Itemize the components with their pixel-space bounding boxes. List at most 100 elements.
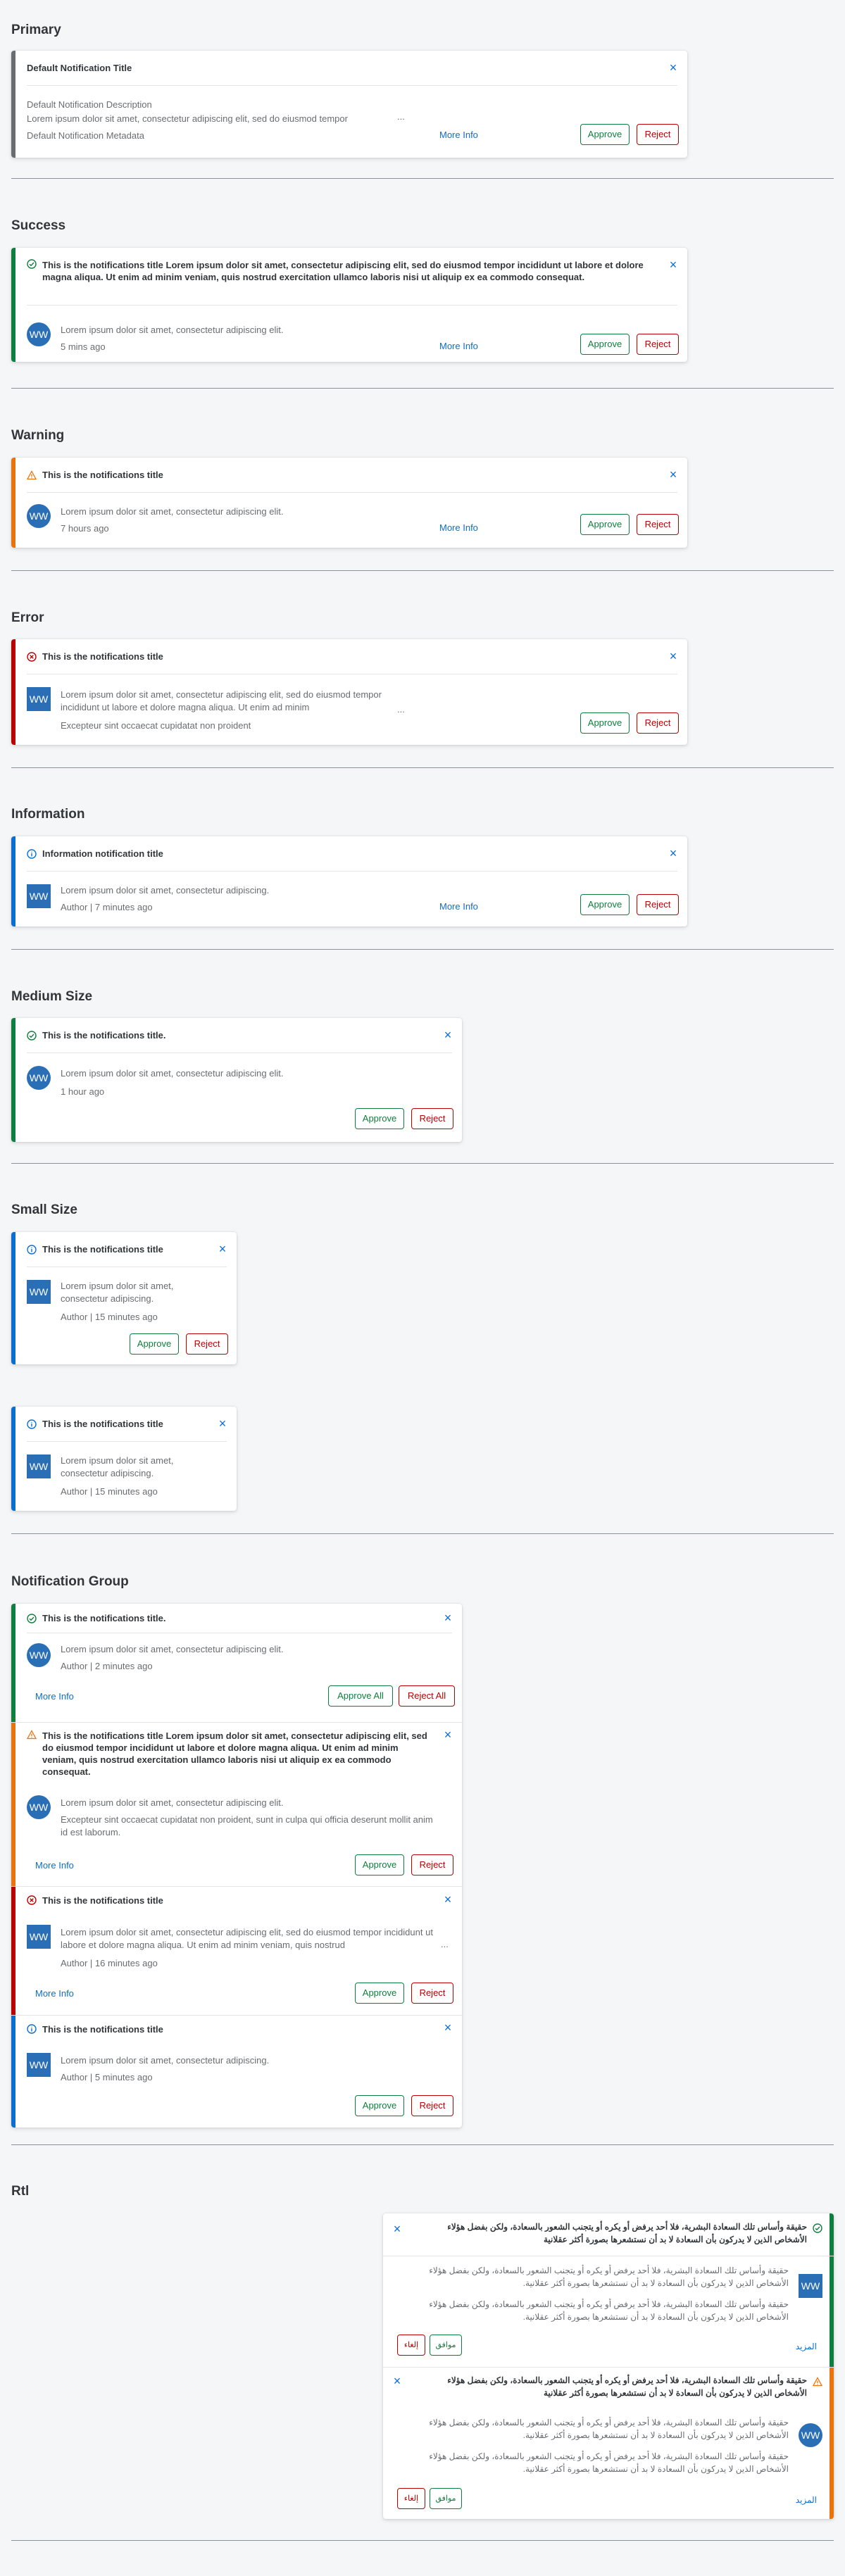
section-divider (11, 949, 834, 950)
avatar: WW (27, 1795, 51, 1819)
notification-description: Default Notification Description (27, 99, 152, 110)
reject-button[interactable]: Reject (637, 712, 679, 734)
close-icon[interactable]: × (441, 1028, 455, 1042)
more-info-link[interactable]: More Info (35, 1988, 74, 1999)
reject-button[interactable]: Reject (411, 1854, 453, 1876)
notification-group: This is the notifications title. × WW Lo… (11, 1604, 462, 2128)
approve-button[interactable]: موافق (430, 2335, 462, 2356)
status-bar (830, 2368, 834, 2519)
close-icon[interactable]: × (390, 2374, 404, 2388)
approve-button[interactable]: Approve (580, 514, 630, 535)
close-icon[interactable]: × (666, 649, 680, 663)
notification-title: This is the notifications title Lorem ip… (42, 260, 644, 282)
warning-icon (812, 2377, 823, 2387)
section-title-primary: Primary (11, 23, 61, 37)
reject-button[interactable]: Reject (411, 1108, 453, 1129)
group-item-meta: Excepteur sint occaecat cupidatat non pr… (61, 1814, 433, 1837)
close-icon[interactable]: × (390, 2222, 404, 2236)
reject-button[interactable]: إلغاء (397, 2335, 425, 2356)
notification-title: This is the notifications title (42, 1244, 163, 1255)
close-icon[interactable]: × (215, 1242, 230, 1256)
reject-all-button[interactable]: Reject All (399, 1685, 455, 1707)
notification-title: This is the notifications title (42, 651, 163, 662)
reject-button[interactable]: Reject (637, 334, 679, 355)
avatar: WW (27, 1643, 51, 1667)
notification-primary: Default Notification Title × Default Not… (11, 51, 687, 158)
reject-button[interactable]: Reject (637, 514, 679, 535)
more-info-link[interactable]: المزيد (796, 2495, 817, 2505)
reject-button[interactable]: Reject (637, 894, 679, 915)
notification-meta: 5 mins ago (61, 341, 106, 352)
notification-metadata: Default Notification Metadata (27, 130, 144, 141)
approve-button[interactable]: Approve (355, 2095, 404, 2116)
close-icon[interactable]: × (441, 1611, 455, 1625)
status-bar (11, 1232, 15, 1364)
warning-icon (26, 470, 37, 480)
approve-button[interactable]: Approve (580, 124, 630, 145)
more-info-link[interactable]: More Info (439, 522, 478, 533)
notification-body: Lorem ipsum dolor sit amet, consectetur … (61, 1281, 174, 1304)
group-item-title: This is the notifications title Lorem ip… (42, 1730, 427, 1777)
section-divider (11, 1533, 834, 1534)
success-icon (27, 1613, 37, 1623)
notification-body: حقيقة وأساس تلك السعادة البشرية، فلا أحد… (429, 2266, 789, 2288)
approve-button[interactable]: Approve (580, 894, 630, 915)
close-icon[interactable]: × (666, 258, 680, 272)
group-item-body: Lorem ipsum dolor sit amet, consectetur … (61, 1797, 284, 1808)
avatar: WW (27, 1066, 51, 1090)
approve-all-button[interactable]: Approve All (328, 1685, 393, 1707)
group-item-meta: Author | 5 minutes ago (61, 2072, 153, 2082)
notification-body: Lorem ipsum dolor sit amet, consectetur … (27, 113, 348, 124)
approve-button[interactable]: Approve (580, 712, 630, 734)
close-icon[interactable]: × (441, 1892, 455, 1906)
group-item-title: This is the notifications title. (42, 1613, 166, 1623)
notification-title: Information notification title (42, 848, 163, 859)
approve-button[interactable]: Approve (355, 1854, 404, 1876)
notification-title: حقيقة وأساس تلك السعادة البشرية، فلا أحد… (447, 2375, 807, 2398)
truncation-ellipsis: ... (397, 111, 405, 122)
status-bar (11, 1887, 15, 2015)
close-icon[interactable]: × (666, 467, 680, 482)
more-info-link[interactable]: More Info (35, 1691, 74, 1702)
notification-information: Information notification title × WW Lore… (11, 836, 687, 926)
status-bar (11, 1018, 15, 1142)
reject-button[interactable]: Reject (411, 1983, 453, 2004)
more-info-link[interactable]: المزيد (796, 2342, 817, 2351)
group-item-title: This is the notifications title (42, 2023, 163, 2035)
close-icon[interactable]: × (666, 846, 680, 860)
reject-button[interactable]: إلغاء (397, 2488, 425, 2509)
reject-button[interactable]: Reject (637, 124, 679, 145)
more-info-link[interactable]: More Info (439, 130, 478, 140)
approve-button[interactable]: Approve (580, 334, 630, 355)
success-icon (813, 2223, 822, 2233)
section-divider (11, 178, 834, 179)
avatar: WW (27, 687, 51, 711)
more-info-link[interactable]: More Info (439, 901, 478, 912)
avatar: WW (27, 2053, 51, 2077)
more-info-link[interactable]: More Info (35, 1860, 74, 1871)
group-item-meta: Author | 16 minutes ago (61, 1958, 158, 1968)
more-info-link[interactable]: More Info (439, 341, 478, 351)
status-bar (11, 836, 15, 926)
section-title-small: Small Size (11, 1202, 77, 1217)
success-icon (27, 1030, 37, 1041)
close-icon[interactable]: × (215, 1416, 230, 1431)
close-icon[interactable]: × (441, 1728, 455, 1742)
section-title-information: Information (11, 807, 85, 822)
avatar: WW (27, 1280, 51, 1304)
approve-button[interactable]: موافق (430, 2488, 462, 2509)
notification-title: This is the notifications title (42, 470, 163, 480)
group-item-body: Lorem ipsum dolor sit amet, consectetur … (61, 1644, 284, 1654)
reject-button[interactable]: Reject (411, 2095, 453, 2116)
reject-button[interactable]: Reject (186, 1333, 228, 1355)
section-divider (11, 2144, 834, 2145)
close-icon[interactable]: × (666, 61, 680, 75)
approve-button[interactable]: Approve (355, 1983, 404, 2004)
section-title-success: Success (11, 218, 66, 233)
notification-meta: Excepteur sint occaecat cupidatat non pr… (61, 720, 251, 731)
notification-meta: 7 hours ago (61, 523, 109, 534)
approve-button[interactable]: Approve (355, 1108, 404, 1129)
approve-button[interactable]: Approve (130, 1333, 179, 1355)
close-icon[interactable]: × (441, 2021, 455, 2035)
section-divider (11, 2540, 834, 2541)
